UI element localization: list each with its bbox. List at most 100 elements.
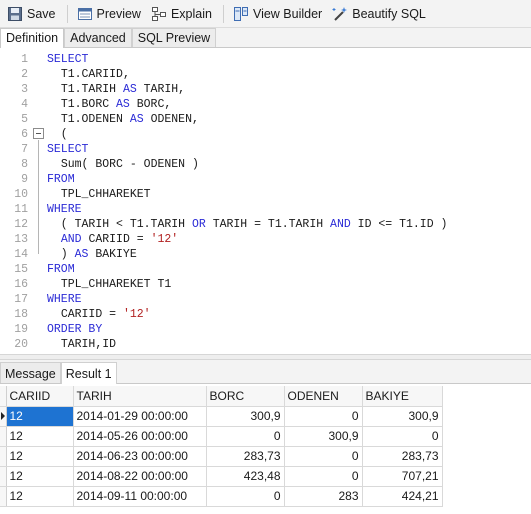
preview-label: Preview [96, 6, 141, 21]
table-cell[interactable]: 2014-05-26 00:00:00 [73, 426, 207, 447]
table-row[interactable]: 12 2014-08-22 00:00:00 423,48 0 707,21 [0, 466, 443, 487]
table-row[interactable]: 12 2014-09-11 00:00:00 0 283 424,21 [0, 486, 443, 507]
explain-button[interactable]: Explain [147, 2, 216, 26]
code-text: CARIID = '12' [60, 308, 151, 321]
code-text: TARIH,ID [60, 338, 117, 351]
table-cell[interactable]: 283 [284, 486, 363, 507]
line-number: 1 [21, 53, 28, 66]
code-text: FROM [47, 263, 75, 276]
sql-editor[interactable]: 1 SELECT 2 T1.CARIID, 3 T1.TARIH AS TARIH, 4… [0, 48, 531, 354]
table-cell[interactable]: 0 [284, 406, 363, 427]
tab-result-1[interactable]: Result 1 [60, 362, 117, 384]
table-cell[interactable]: 2014-06-23 00:00:00 [73, 446, 207, 467]
column-header-borc[interactable]: BORC [206, 386, 285, 407]
line-number: 13 [14, 233, 28, 246]
column-header-odenen[interactable]: ODENEN [284, 386, 363, 407]
result-grid[interactable]: CARIID TARIH BORC ODENEN BAKIYE 12 2014-… [0, 386, 531, 514]
line-number: 18 [14, 308, 28, 321]
code-text: SELECT [47, 143, 89, 156]
table-cell[interactable]: 12 [6, 446, 74, 467]
code-line: 18 CARIID = '12' [0, 307, 531, 322]
code-line: 3 T1.TARIH AS TARIH, [0, 82, 531, 97]
code-line: 11 WHERE [0, 202, 531, 217]
table-cell[interactable]: 283,73 [362, 446, 443, 467]
table-cell[interactable]: 300,9 [206, 406, 285, 427]
line-number: 8 [21, 158, 28, 171]
code-text: ( TARIH < T1.TARIH OR TARIH = T1.TARIH A… [47, 218, 448, 231]
code-text: WHERE [47, 203, 82, 216]
save-label: Save [27, 6, 56, 21]
line-number: 6 [21, 128, 28, 141]
collapse-icon[interactable] [33, 128, 44, 139]
code-line: 20 TARIH,ID [0, 337, 531, 352]
table-cell[interactable]: 423,48 [206, 466, 285, 487]
toolbar-separator [222, 4, 224, 23]
code-text: ORDER BY [47, 323, 103, 336]
save-button[interactable]: Save [3, 2, 60, 26]
code-line: 7 SELECT [0, 142, 531, 157]
editor-tabs: Definition Advanced SQL Preview [0, 28, 531, 48]
table-cell[interactable]: 0 [362, 426, 443, 447]
table-cell[interactable]: 0 [284, 446, 363, 467]
beautify-sql-label: Beautify SQL [352, 6, 426, 21]
code-text: ( [47, 128, 68, 141]
table-cell[interactable]: 12 [6, 406, 74, 427]
table-cell[interactable]: 2014-01-29 00:00:00 [73, 406, 207, 427]
code-line: 16 TPL_CHHAREKET T1 [0, 277, 531, 292]
table-cell[interactable]: 283,73 [206, 446, 285, 467]
code-text: T1.TARIH AS TARIH, [60, 83, 186, 96]
table-cell[interactable]: 12 [6, 466, 74, 487]
code-text: FROM [47, 173, 75, 186]
column-header-cariid[interactable]: CARIID [6, 386, 74, 407]
table-cell[interactable]: 300,9 [362, 406, 443, 427]
table-cell[interactable]: 12 [6, 426, 74, 447]
current-row-pointer-icon [1, 412, 5, 420]
tab-advanced[interactable]: Advanced [64, 28, 132, 47]
code-line: 5 T1.ODENEN AS ODENEN, [0, 112, 531, 127]
table-cell[interactable]: 0 [206, 486, 285, 507]
line-number: 12 [14, 218, 28, 231]
code-text: TPL_CHHAREKET [60, 188, 151, 201]
code-line: 13 AND CARIID = '12' [0, 232, 531, 247]
line-number: 17 [14, 293, 28, 306]
column-header-tarih[interactable]: TARIH [73, 386, 207, 407]
preview-button[interactable]: Preview [73, 2, 145, 26]
fold-guide [38, 140, 39, 254]
line-number: 19 [14, 323, 28, 336]
line-number: 11 [14, 203, 28, 216]
code-text: WHERE [47, 293, 82, 306]
line-number: 20 [14, 338, 28, 351]
table-cell[interactable]: 2014-09-11 00:00:00 [73, 486, 207, 507]
code-text: ) AS BAKIYE [47, 248, 137, 261]
preview-icon [77, 7, 92, 20]
code-line: 12 ( TARIH < T1.TARIH OR TARIH = T1.TARI… [0, 217, 531, 232]
code-text: TPL_CHHAREKET T1 [60, 278, 172, 291]
code-text: AND CARIID = '12' [60, 233, 179, 246]
result-table: CARIID TARIH BORC ODENEN BAKIYE 12 2014-… [0, 386, 443, 507]
tab-definition[interactable]: Definition [0, 28, 65, 48]
table-cell[interactable]: 0 [284, 466, 363, 487]
magic-wand-icon [332, 6, 348, 21]
table-row[interactable]: 12 2014-06-23 00:00:00 283,73 0 283,73 [0, 446, 443, 467]
line-number: 16 [14, 278, 28, 291]
explain-label: Explain [170, 6, 212, 21]
view-builder-label: View Builder [252, 6, 323, 21]
table-cell[interactable]: 0 [206, 426, 285, 447]
code-line: 14 ) AS BAKIYE [0, 247, 531, 262]
line-number: 7 [21, 143, 28, 156]
table-cell[interactable]: 707,21 [362, 466, 443, 487]
tab-message[interactable]: Message [0, 362, 61, 383]
table-cell[interactable]: 424,21 [362, 486, 443, 507]
code-line: 4 T1.BORC AS BORC, [0, 97, 531, 112]
table-cell[interactable]: 300,9 [284, 426, 363, 447]
toolbar: Save Preview Explain View Builder Beauti… [0, 0, 531, 28]
table-cell[interactable]: 2014-08-22 00:00:00 [73, 466, 207, 487]
table-cell[interactable]: 12 [6, 486, 74, 507]
table-row[interactable]: 12 2014-05-26 00:00:00 0 300,9 0 [0, 426, 443, 447]
beautify-sql-button[interactable]: Beautify SQL [328, 2, 430, 26]
code-line: 10 TPL_CHHAREKET [0, 187, 531, 202]
column-header-bakiye[interactable]: BAKIYE [362, 386, 443, 407]
table-row[interactable]: 12 2014-01-29 00:00:00 300,9 0 300,9 [0, 406, 443, 427]
view-builder-button[interactable]: View Builder [229, 2, 326, 26]
tab-sql-preview[interactable]: SQL Preview [131, 28, 217, 47]
